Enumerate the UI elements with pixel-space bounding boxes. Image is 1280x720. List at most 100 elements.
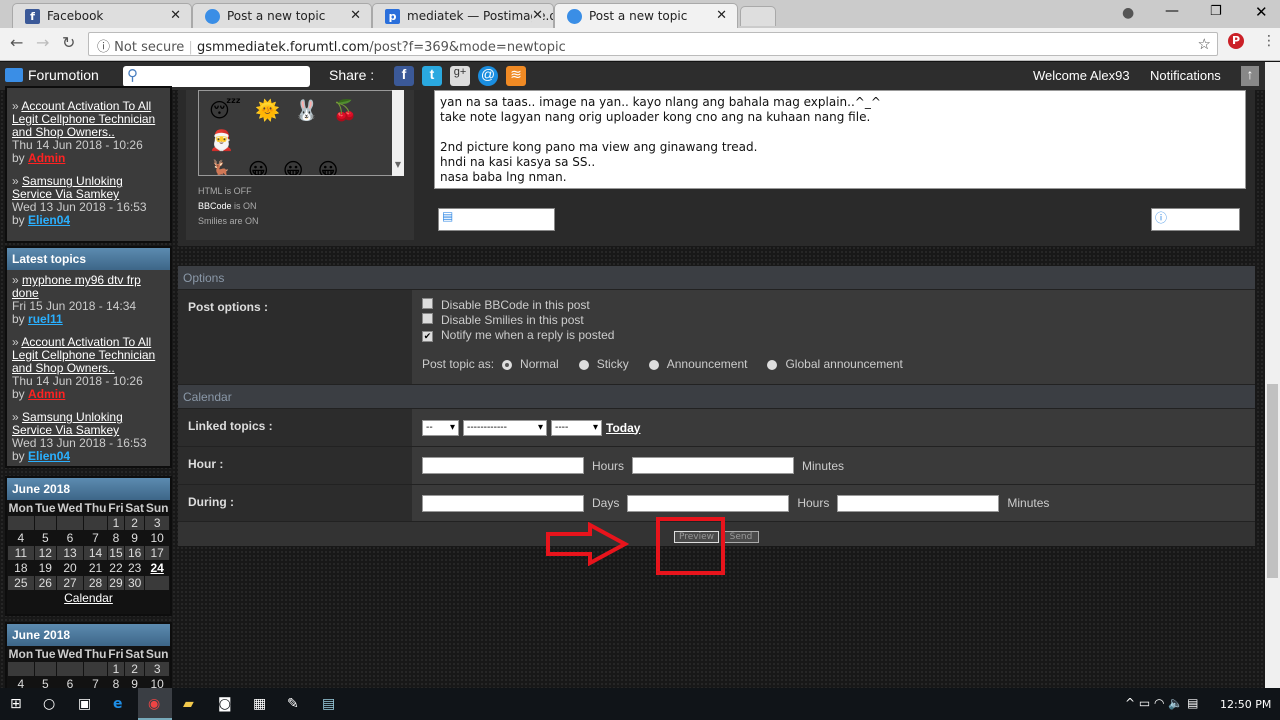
calendar-day[interactable]: 14 (84, 546, 107, 560)
info-icon[interactable]: ⓘ (97, 40, 110, 55)
topic-link[interactable]: Samsung Unloking Service Via Samkey (12, 174, 123, 201)
today-link[interactable]: Today (606, 421, 640, 435)
tab-post-new-topic[interactable]: Post a new topic ✕ (192, 3, 372, 28)
notepad-icon[interactable]: ▤ (322, 696, 335, 712)
search-input[interactable]: ⚲ (123, 66, 310, 87)
restore-button[interactable]: ❐ (1210, 4, 1222, 19)
bbcode-link[interactable]: BBCode (198, 201, 232, 211)
cortana-icon[interactable]: ○ (43, 696, 55, 712)
close-icon[interactable]: ✕ (532, 8, 543, 23)
scrollbar-thumb[interactable] (1267, 384, 1278, 578)
calendar-day[interactable]: 9 (125, 531, 144, 545)
new-tab-button[interactable] (740, 6, 776, 26)
google-plus-share-icon[interactable]: g+ (450, 66, 470, 86)
calendar-day[interactable]: 5 (35, 531, 56, 545)
calendar-day[interactable]: 2 (124, 516, 145, 530)
email-share-icon[interactable]: @ (478, 66, 498, 86)
calendar-day[interactable]: 3 (145, 662, 169, 676)
calendar-day[interactable]: 23 (125, 561, 144, 575)
back-icon[interactable]: ← (10, 33, 23, 52)
camera-icon[interactable]: ◙ (218, 696, 232, 712)
tray-icons[interactable]: ^ ▭ ◠ 🔈 ▤ (1125, 696, 1198, 710)
minutes-input[interactable] (632, 457, 795, 474)
author-link[interactable]: Elien04 (28, 449, 70, 463)
calendar-link[interactable]: Calendar (64, 591, 113, 605)
page-scrollbar[interactable] (1265, 62, 1280, 688)
calendar-day[interactable]: 28 (84, 576, 107, 590)
during-hours-input[interactable] (627, 494, 790, 512)
send-button[interactable]: Send (723, 531, 759, 543)
month-select[interactable]: ------------ ▾ (463, 419, 547, 436)
calendar-day[interactable]: 11 (8, 546, 34, 560)
checkbox[interactable]: ✔ (422, 331, 433, 342)
calendar-day[interactable]: 2 (124, 662, 145, 676)
chrome-taskbar-button[interactable]: ◉ (138, 688, 172, 720)
pinterest-icon[interactable]: P (1228, 33, 1244, 49)
radio-sticky[interactable] (578, 359, 589, 370)
author-link[interactable]: Admin (28, 151, 65, 165)
radio-global-announcement[interactable] (767, 359, 778, 370)
calendar-day[interactable]: 10 (145, 531, 169, 545)
close-icon[interactable]: ✕ (350, 8, 361, 23)
windows-start-icon[interactable]: ⊞ (10, 696, 22, 712)
year-select[interactable]: ---- ▾ (551, 419, 602, 436)
notifications-link[interactable]: Notifications (1150, 68, 1221, 83)
close-window-button[interactable]: ✕ (1255, 3, 1268, 21)
close-icon[interactable]: ✕ (716, 8, 727, 23)
author-link[interactable]: Elien04 (28, 213, 70, 227)
calendar-day[interactable]: 24 (145, 561, 169, 575)
forward-icon[interactable]: → (36, 33, 49, 52)
toolbar-select-right[interactable]: ⓘ (1151, 208, 1240, 231)
url-input[interactable]: ⓘ Not secure | gsmmediatek.forumtl.com/p… (88, 32, 1218, 56)
paint-icon[interactable]: ✎ (287, 696, 299, 712)
calendar-day[interactable]: 27 (56, 576, 84, 590)
facebook-share-icon[interactable]: f (394, 66, 414, 86)
brand-link[interactable]: Forumotion (28, 67, 99, 83)
calendar-day[interactable]: 29 (107, 576, 124, 590)
twitter-share-icon[interactable]: t (422, 66, 442, 86)
edge-icon[interactable]: e (113, 696, 123, 712)
smilies-list[interactable]: 😴🌞🐰🍒🎅🦌😀😀😀🤡🍂😀😀 (198, 90, 404, 176)
calendar-day[interactable]: 6 (57, 531, 83, 545)
calendar-day[interactable]: 7 (84, 531, 107, 545)
calendar-day[interactable]: 25 (8, 576, 34, 590)
store-icon[interactable]: ▣ (78, 696, 91, 712)
day-select[interactable]: -- ▾ (422, 419, 459, 436)
tab-post-new-topic-active[interactable]: Post a new topic ✕ (554, 3, 738, 28)
calendar-day[interactable]: 8 (108, 531, 124, 545)
calendar-day[interactable]: 18 (8, 561, 34, 575)
tab-postimage[interactable]: p mediatek — Postimage.o ✕ (372, 3, 554, 28)
during-days-input[interactable] (422, 494, 584, 512)
toolbar-select-left[interactable]: ▤ (438, 208, 555, 231)
reload-icon[interactable]: ↻ (62, 33, 75, 52)
scroll-top-icon[interactable]: ↑ (1241, 66, 1259, 86)
menu-icon[interactable]: ⋮ (1262, 33, 1276, 49)
welcome-user-link[interactable]: Welcome Alex93 (1033, 68, 1130, 83)
calendar-day[interactable]: 4 (8, 531, 34, 545)
author-link[interactable]: Admin (28, 387, 65, 401)
calendar-day[interactable]: 30 (124, 576, 145, 590)
calendar-day[interactable]: 3 (145, 516, 169, 530)
radio-announcement[interactable] (648, 359, 659, 370)
file-explorer-icon[interactable]: ▰ (183, 696, 194, 712)
topic-link[interactable]: Samsung Unloking Service Via Samkey (12, 410, 123, 437)
during-minutes-input[interactable] (837, 494, 1000, 512)
calendar-day[interactable]: 12 (34, 546, 56, 560)
hours-input[interactable] (422, 457, 584, 474)
close-icon[interactable]: ✕ (170, 8, 181, 23)
author-link[interactable]: ruel11 (28, 312, 63, 326)
calendar-day[interactable]: 21 (84, 561, 107, 575)
calendar-day[interactable]: 22 (108, 561, 124, 575)
tab-facebook[interactable]: f Facebook ✕ (12, 3, 192, 28)
calendar-day[interactable]: 17 (145, 546, 169, 560)
calendar-day[interactable]: 13 (56, 546, 84, 560)
topic-link[interactable]: Account Activation To All Legit Cellphon… (12, 335, 155, 375)
topic-link[interactable]: myphone my96 dtv frp done (12, 273, 141, 300)
calendar-day[interactable]: 26 (34, 576, 56, 590)
profile-icon[interactable]: ● (1122, 5, 1134, 21)
smilies-scrollbar[interactable]: ▼ (392, 90, 404, 176)
calendar-day[interactable]: 15 (107, 546, 124, 560)
checkbox[interactable] (422, 313, 433, 324)
calculator-icon[interactable]: ▦ (253, 696, 266, 712)
calendar-day[interactable]: 16 (124, 546, 145, 560)
